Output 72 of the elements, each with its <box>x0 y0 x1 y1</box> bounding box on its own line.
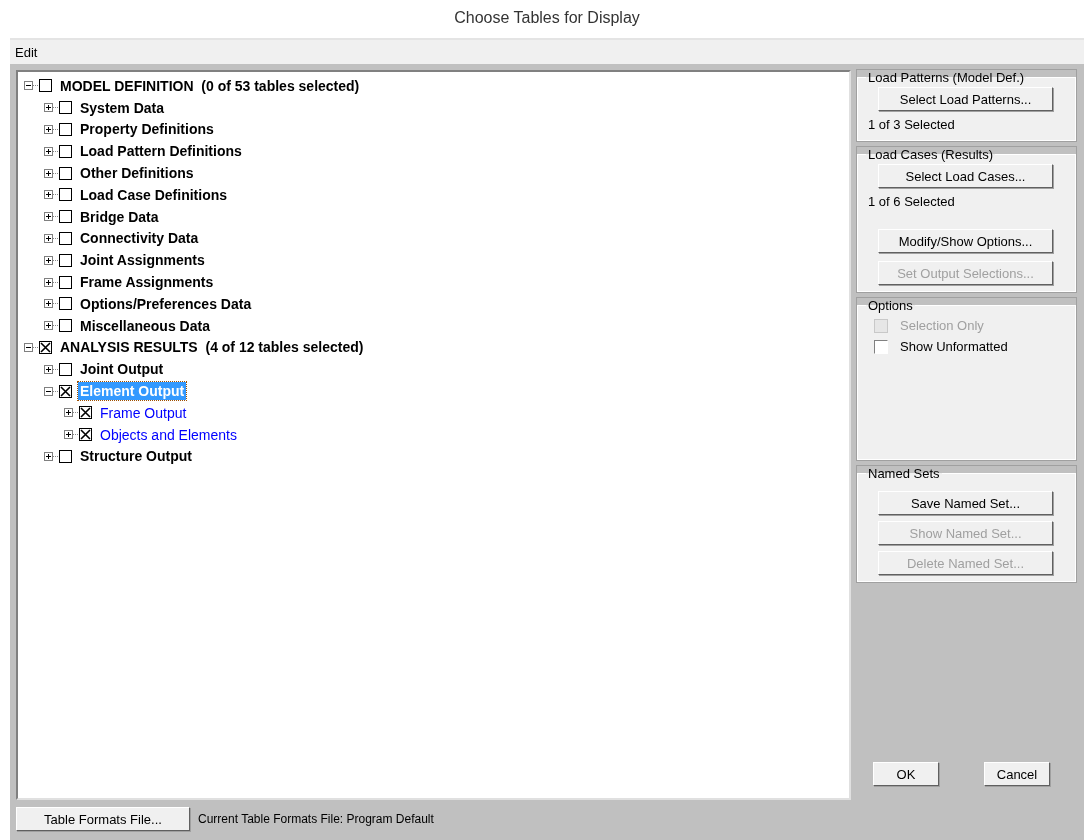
selection-count: 1 of 3 Selected <box>868 117 955 132</box>
checkbox[interactable] <box>59 210 72 224</box>
checkbox[interactable] <box>874 339 888 354</box>
expand-icon[interactable] <box>44 233 53 243</box>
tree-item-label[interactable]: Bridge Data <box>78 207 161 226</box>
tree-item-label[interactable]: System Data <box>78 98 167 117</box>
select-load-cases-button[interactable]: Select Load Cases... <box>878 164 1053 188</box>
expand-icon[interactable] <box>64 408 73 418</box>
checkbox-label: Selection Only <box>900 318 984 333</box>
group-title: Load Cases (Results) <box>867 147 994 162</box>
expand-icon[interactable] <box>44 103 53 113</box>
tree-item-label[interactable]: Miscellaneous Data <box>78 316 212 335</box>
named-set-button[interactable]: Save Named Set... <box>878 491 1053 515</box>
expand-icon[interactable] <box>64 430 73 440</box>
expand-icon[interactable] <box>44 321 53 331</box>
expand-icon[interactable] <box>44 190 53 200</box>
window-title: Choose Tables for Display <box>453 8 641 28</box>
tree-item-label[interactable]: Options/Preferences Data <box>78 294 254 313</box>
tree-item-label[interactable]: Structure Output <box>78 447 194 466</box>
checkbox[interactable] <box>59 144 72 158</box>
collapse-icon[interactable] <box>44 386 53 396</box>
checkbox[interactable] <box>59 362 72 376</box>
tree-item-label[interactable]: ANALYSIS RESULTS (4 of 12 tables selected) <box>58 338 366 357</box>
checkbox[interactable] <box>59 275 72 289</box>
expand-icon[interactable] <box>44 364 53 374</box>
expand-icon[interactable] <box>44 212 53 222</box>
tree-item-label[interactable]: Joint Output <box>78 360 166 379</box>
tree-item-label[interactable]: Frame Assignments <box>78 273 216 292</box>
collapse-icon[interactable] <box>24 342 33 352</box>
expand-icon[interactable] <box>44 277 53 287</box>
expand-icon[interactable] <box>44 146 53 156</box>
dialog-button[interactable]: OK <box>873 762 939 786</box>
group-title: Named Sets <box>867 466 941 481</box>
checkbox[interactable] <box>59 384 72 398</box>
tree-item-label[interactable]: MODEL DEFINITION (0 of 53 tables selected) <box>58 76 362 95</box>
checkbox[interactable] <box>39 340 52 354</box>
tree-item-label[interactable]: Joint Assignments <box>78 251 207 270</box>
checkbox[interactable] <box>59 123 72 136</box>
expand-icon[interactable] <box>44 299 53 309</box>
tree-item-label[interactable]: Load Pattern Definitions <box>78 142 244 161</box>
dialog-button[interactable]: Cancel <box>984 762 1050 786</box>
options-button[interactable]: Modify/Show Options... <box>878 229 1053 253</box>
tree-item-label[interactable]: Property Definitions <box>78 120 216 139</box>
checkbox-label: Show Unformatted <box>900 339 1008 354</box>
checkbox[interactable] <box>79 406 92 420</box>
selection-count: 1 of 6 Selected <box>868 194 955 209</box>
checkbox[interactable] <box>59 449 72 463</box>
checkbox[interactable] <box>79 428 92 442</box>
checkbox[interactable] <box>59 231 72 245</box>
tree-item-label[interactable]: Connectivity Data <box>78 229 201 248</box>
checkbox[interactable] <box>59 101 72 115</box>
select-load-patterns-button[interactable]: Select Load Patterns... <box>878 87 1053 111</box>
group-title: Options <box>867 298 914 313</box>
tree-item-label[interactable]: Objects and Elements <box>98 425 239 444</box>
tree-item-label[interactable]: Other Definitions <box>78 164 196 183</box>
collapse-icon[interactable] <box>24 81 33 91</box>
menu-item[interactable]: Edit <box>15 44 38 60</box>
expand-icon[interactable] <box>44 255 53 265</box>
expand-icon[interactable] <box>44 451 53 461</box>
checkbox[interactable] <box>59 166 72 180</box>
tree-item-label[interactable]: Load Case Definitions <box>78 185 230 204</box>
table-formats-file-button[interactable]: Table Formats File... <box>16 807 190 831</box>
checkbox[interactable] <box>59 188 72 202</box>
expand-icon[interactable] <box>44 168 53 178</box>
current-file-label: Current Table Formats File: Program Default <box>198 812 434 826</box>
group-title: Load Patterns (Model Def.) <box>867 70 1026 85</box>
tree-item-label[interactable]: Frame Output <box>98 403 189 422</box>
checkbox[interactable] <box>59 297 72 311</box>
checkbox[interactable] <box>59 253 72 267</box>
checkbox[interactable] <box>59 319 72 333</box>
expand-icon[interactable] <box>44 125 53 134</box>
checkbox[interactable] <box>39 79 52 93</box>
